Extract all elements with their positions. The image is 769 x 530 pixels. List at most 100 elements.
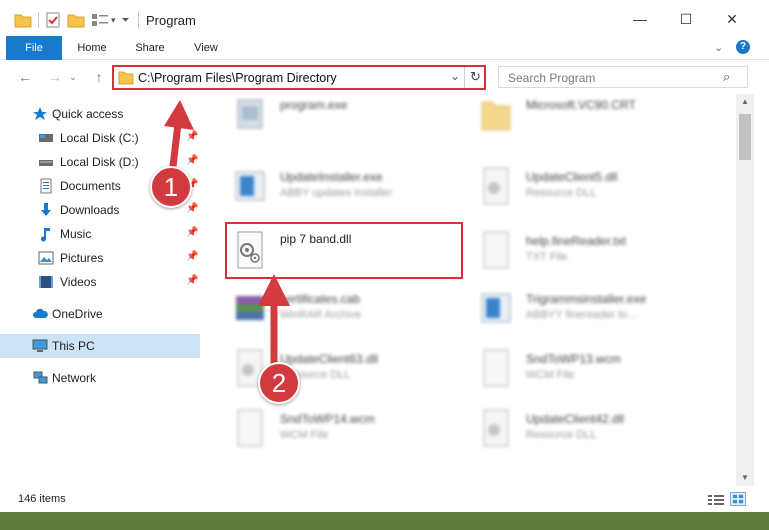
network-icon — [33, 371, 48, 384]
tab-view[interactable]: View — [184, 36, 228, 60]
up-button[interactable]: ↑ — [88, 66, 110, 88]
tab-file[interactable]: File — [6, 36, 62, 60]
sidebar-item-label: Music — [60, 227, 92, 241]
text-file-icon — [483, 231, 509, 269]
address-bar[interactable]: C:\Program Files\Program Directory ⌄ ↻ — [112, 65, 486, 90]
file-item[interactable]: help.fineReader.txt TXT File — [474, 222, 714, 278]
scrollbar-thumb[interactable] — [739, 114, 751, 160]
documents-icon — [40, 178, 52, 194]
arrow-right-icon: → — [48, 69, 62, 85]
file-item[interactable]: program.exe — [228, 94, 468, 142]
address-divider — [464, 67, 465, 88]
sidebar-item-pictures[interactable]: Pictures 📌 — [0, 246, 200, 270]
file-type: WCM File — [280, 429, 329, 441]
folder-icon — [118, 71, 134, 85]
pictures-icon — [38, 251, 54, 265]
pin-icon: 📌 — [186, 203, 199, 214]
help-icon[interactable]: ? — [736, 40, 750, 54]
sidebar-item-label: OneDrive — [52, 307, 103, 321]
large-icons-view-icon[interactable] — [730, 492, 746, 506]
ribbon-tabs: File Home Share View ⌄ ? — [0, 36, 769, 60]
view-options-icon[interactable] — [91, 12, 109, 28]
sidebar-item-label: Quick access — [52, 107, 124, 121]
file-item[interactable]: Trigrammsinstaller.exe ABBYY finereader … — [474, 280, 714, 336]
dll-file-icon — [483, 167, 509, 205]
customize-toolbar-icon[interactable]: ⏷ — [122, 15, 130, 26]
file-item[interactable]: SndToWP14.wcm WCM File — [228, 400, 468, 456]
sidebar-item-label: Pictures — [60, 251, 104, 265]
file-item[interactable]: SndToWP13.wcm WCM File — [474, 340, 714, 396]
status-bar: 146 items — [0, 486, 769, 512]
sidebar-item-label: This PC — [52, 339, 95, 353]
file-name: Microsoft.VC90.CRT — [526, 98, 636, 112]
chevron-down-icon[interactable]: ▾ — [111, 15, 116, 26]
sidebar-item-this-pc[interactable]: This PC — [0, 334, 200, 358]
file-name: help.fineReader.txt — [526, 234, 627, 248]
arrow-left-icon: ← — [18, 69, 32, 85]
sidebar-item-label: Local Disk (C:) — [60, 131, 139, 145]
file-name: UpdateInstaller.exe — [280, 170, 383, 184]
tab-share[interactable]: Share — [128, 36, 172, 60]
wcm-file-icon — [483, 349, 509, 387]
file-name: SndToWP14.wcm — [280, 412, 375, 426]
recent-locations-button[interactable]: ⌄ — [66, 66, 80, 88]
navigation-bar: ← → ⌄ ↑ C:\Program Files\Program Directo… — [0, 60, 769, 94]
scroll-up-icon[interactable]: ▲ — [736, 94, 754, 110]
file-type: WCM File — [526, 369, 575, 381]
file-type: ABBYY finereader to... — [526, 309, 637, 321]
title-separator — [138, 11, 139, 29]
step-2-badge: 2 — [258, 362, 300, 404]
file-item[interactable]: UpdateInstaller.exe ABBY updates install… — [228, 158, 468, 214]
tab-home[interactable]: Home — [70, 36, 114, 60]
search-input[interactable]: Search Program ⌕ — [498, 66, 748, 88]
pin-icon: 📌 — [186, 227, 199, 238]
sidebar-item-label: Network — [52, 371, 97, 385]
sidebar-item-label: Videos — [60, 275, 97, 289]
file-type: TXT File — [526, 251, 568, 263]
maximize-button[interactable]: ☐ — [663, 0, 709, 38]
new-folder-icon[interactable] — [67, 12, 85, 28]
chevron-down-icon[interactable]: ⌄ — [450, 69, 460, 83]
file-item[interactable]: UpdateClient5.dll Resource DLL — [474, 158, 714, 214]
back-button[interactable]: ← — [14, 66, 36, 88]
details-view-icon[interactable] — [708, 494, 724, 506]
pin-icon: 📌 — [186, 251, 199, 262]
file-type: Resource DLL — [526, 429, 597, 441]
cloud-icon — [33, 308, 48, 318]
properties-icon[interactable] — [45, 12, 61, 28]
wcm-file-icon — [237, 409, 263, 447]
sidebar-item-music[interactable]: Music 📌 — [0, 222, 200, 246]
file-item[interactable]: Microsoft.VC90.CRT — [474, 94, 714, 142]
close-button[interactable]: ✕ — [709, 0, 755, 38]
scroll-down-icon[interactable]: ▼ — [736, 470, 754, 486]
expand-ribbon-icon[interactable]: ⌄ — [714, 41, 723, 54]
star-icon — [33, 107, 47, 120]
refresh-icon[interactable]: ↻ — [470, 69, 481, 85]
search-placeholder: Search Program — [508, 71, 596, 85]
file-item[interactable]: UpdateClient42.dll Resource DLL — [474, 400, 714, 456]
sidebar-item-videos[interactable]: Videos 📌 — [0, 270, 200, 294]
installer-icon — [481, 293, 511, 323]
file-type: Resource DLL — [526, 187, 597, 199]
exe-file-icon — [237, 99, 263, 129]
title-bar: ▾ ⏷ Program — ☐ ✕ — [0, 0, 769, 38]
window-title: Program — [146, 13, 196, 28]
search-icon[interactable]: ⌕ — [723, 69, 730, 85]
installer-icon — [235, 171, 265, 201]
dll-file-icon — [483, 409, 509, 447]
forward-button[interactable]: → — [44, 66, 66, 88]
vertical-scrollbar[interactable]: ▲ ▼ — [736, 94, 754, 486]
address-path[interactable]: C:\Program Files\Program Directory — [138, 71, 337, 85]
pin-icon: 📌 — [186, 275, 199, 286]
sidebar-item-label: Local Disk (D:) — [60, 155, 139, 169]
sidebar-item-onedrive[interactable]: OneDrive — [0, 302, 200, 326]
sidebar-item-network[interactable]: Network — [0, 366, 200, 390]
minimize-button[interactable]: — — [617, 0, 663, 38]
sidebar-item-label: Downloads — [60, 203, 120, 217]
computer-icon — [32, 339, 48, 352]
file-name: SndToWP13.wcm — [526, 352, 621, 366]
step-1-badge: 1 — [150, 166, 192, 208]
folder-icon — [481, 101, 511, 131]
download-icon — [41, 203, 51, 216]
file-name: Trigrammsinstaller.exe — [526, 292, 647, 306]
